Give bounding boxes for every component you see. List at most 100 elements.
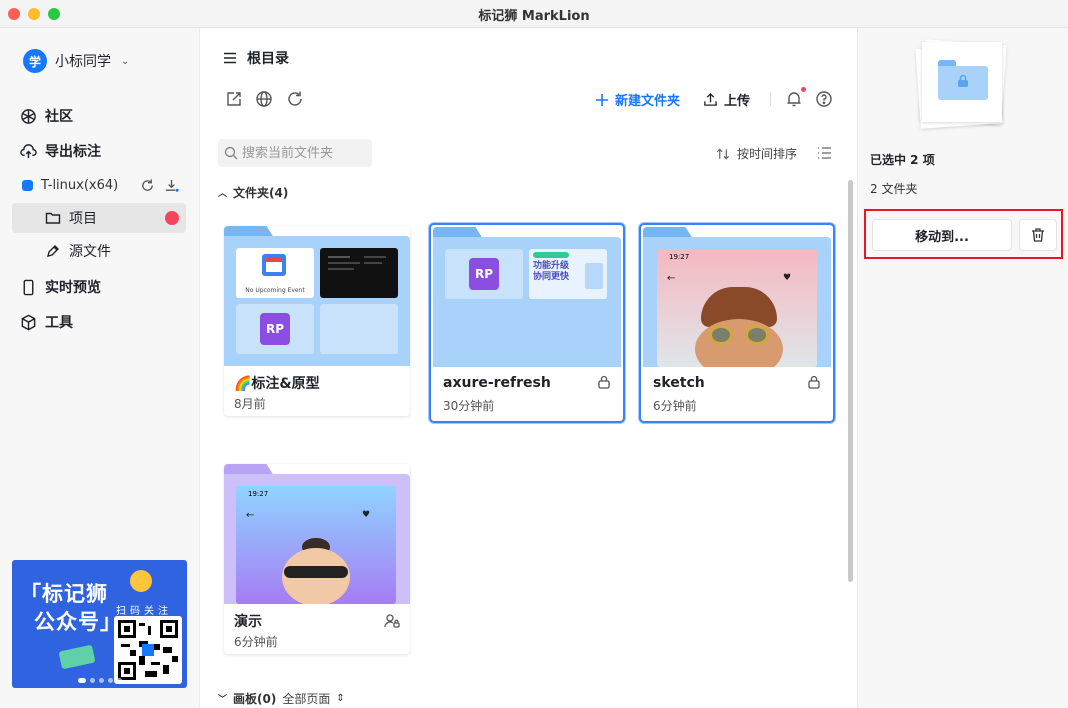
dark-thumbnail xyxy=(320,248,398,298)
updown-chevron-icon: ⇕ xyxy=(336,693,345,704)
folder-time: 8月前 xyxy=(234,397,266,411)
menu-icon[interactable] xyxy=(223,51,237,65)
sidebar-item-projects[interactable]: 项目 xyxy=(12,203,186,233)
sort-button[interactable]: 按时间排序 xyxy=(716,145,797,162)
phone-screen-thumbnail: 19:27 ← ♥ xyxy=(236,486,396,604)
team-color-dot xyxy=(22,180,33,191)
folder-card-selected[interactable]: 19:27 ← ♥ sketch 6分钟前 xyxy=(639,223,835,423)
title-bar: 标记狮 MarkLion xyxy=(0,0,1068,28)
sidebar-item-label: 项目 xyxy=(69,211,97,227)
folders-section-header[interactable]: ︿ 文件夹(4) xyxy=(218,184,288,201)
folder-time: 30分钟前 xyxy=(443,399,495,413)
folder-card-selected[interactable]: RP 功能升级 协同更快 axure-refresh 30分钟前 xyxy=(429,223,625,423)
notification-dot xyxy=(801,87,806,92)
cube-icon xyxy=(21,314,36,330)
search-box[interactable] xyxy=(218,139,372,167)
heart-icon: ♥ xyxy=(362,510,371,520)
selection-detail: 2 文件夹 xyxy=(870,182,918,196)
sidebar-item-live-preview[interactable]: 实时预览 xyxy=(20,277,101,297)
folder-name: 演示 xyxy=(234,614,262,630)
sunglasses xyxy=(284,566,348,578)
shared-user-icon xyxy=(384,614,400,628)
selection-panel: 已选中 2 项 2 文件夹 移动到... xyxy=(857,28,1068,708)
team-name: T-linux(x64) xyxy=(41,178,119,193)
boards-section-header[interactable]: ﹀ 画板(0) 全部页面 ⇕ xyxy=(218,690,345,707)
move-to-button[interactable]: 移动到... xyxy=(872,219,1012,251)
help-icon[interactable] xyxy=(815,90,833,108)
lock-icon xyxy=(598,375,610,389)
main-content: 根目录 新建文件夹 上传 按时间排序 ︿ 文件夹(4) No Upcoming … xyxy=(201,28,856,708)
banner-pagination[interactable] xyxy=(78,678,122,683)
promo-thumbnail: 功能升级 协同更快 xyxy=(529,249,607,299)
trash-icon xyxy=(1032,228,1044,242)
search-input[interactable] xyxy=(242,145,367,161)
lightbulb-icon xyxy=(130,570,152,592)
toolbar-divider xyxy=(770,92,771,106)
upload-button[interactable]: 上传 xyxy=(703,90,750,109)
folder-preview: 19:27 ← ♥ xyxy=(224,474,410,604)
back-arrow-icon: ← xyxy=(667,273,676,284)
download-icon[interactable] xyxy=(164,178,179,193)
refresh-icon[interactable] xyxy=(140,178,155,193)
pen-icon xyxy=(47,245,59,257)
folder-name: sketch xyxy=(653,375,705,391)
globe-grid-icon xyxy=(21,108,36,124)
heart-icon: ♥ xyxy=(783,273,792,283)
sidebar-item-source-files[interactable]: 源文件 xyxy=(45,241,111,261)
breadcrumb: 根目录 xyxy=(223,48,289,68)
sidebar-item-label: 工具 xyxy=(45,315,73,331)
list-view-icon[interactable] xyxy=(817,146,832,160)
folder-card[interactable]: No Upcoming Event RP 🌈标注&原型 8月前 xyxy=(224,226,410,416)
qr-code xyxy=(114,616,182,684)
folder-preview: RP 功能升级 协同更快 xyxy=(433,237,621,367)
external-link-icon[interactable] xyxy=(225,90,243,108)
search-icon xyxy=(224,146,238,160)
user-menu[interactable]: 学 小标同学 ⌄ xyxy=(23,49,129,73)
scrollbar[interactable] xyxy=(848,180,853,582)
event-text: No Upcoming Event xyxy=(245,287,305,294)
folder-card[interactable]: 19:27 ← ♥ 演示 6分钟前 xyxy=(224,464,410,654)
sidebar-item-label: 社区 xyxy=(45,109,73,125)
chevron-up-icon: ︿ xyxy=(218,189,228,199)
banner-title: 「标记狮 公众号」 xyxy=(20,582,122,634)
folder-stack-preview xyxy=(922,42,1002,122)
globe-icon[interactable] xyxy=(255,90,273,108)
breadcrumb-root[interactable]: 根目录 xyxy=(247,48,289,68)
phone-screen-thumbnail: 19:27 ← ♥ xyxy=(657,249,817,367)
phone-icon xyxy=(23,279,34,295)
selection-actions: 移动到... xyxy=(864,209,1063,259)
sidebar-item-label: 实时预览 xyxy=(45,280,101,296)
folder-preview: 19:27 ← ♥ xyxy=(643,237,831,367)
plus-icon xyxy=(596,93,608,106)
sidebar-item-label: 导出标注 xyxy=(45,144,101,160)
sort-icon xyxy=(716,147,730,160)
sidebar-item-tools[interactable]: 工具 xyxy=(20,312,73,332)
page-filter[interactable]: 全部页面 xyxy=(282,690,330,707)
sidebar-item-export[interactable]: 导出标注 xyxy=(20,141,101,161)
rp-icon: RP xyxy=(469,258,499,290)
folder-icon xyxy=(45,212,61,224)
refresh-icon[interactable] xyxy=(286,90,304,108)
lock-icon xyxy=(958,74,968,87)
window-title: 标记狮 MarkLion xyxy=(478,9,590,24)
folder-preview: No Upcoming Event RP xyxy=(224,236,410,366)
wechat-promo-banner[interactable]: 「标记狮 公众号」 扫码关注 xyxy=(12,560,187,688)
team-selector[interactable]: T-linux(x64) xyxy=(22,178,184,193)
new-folder-button[interactable]: 新建文件夹 xyxy=(595,90,680,109)
bell-icon[interactable] xyxy=(785,90,803,108)
cloud-upload-icon xyxy=(20,143,37,158)
chevron-down-icon: ⌄ xyxy=(121,55,130,67)
alert-badge-icon xyxy=(165,211,179,225)
avatar: 学 xyxy=(23,49,47,73)
folder-time: 6分钟前 xyxy=(234,635,278,649)
rp-icon: RP xyxy=(260,313,290,345)
sidebar-item-community[interactable]: 社区 xyxy=(20,106,73,126)
folder-name: 🌈标注&原型 xyxy=(234,376,320,392)
user-name: 小标同学 xyxy=(55,54,111,70)
sidebar: 学 小标同学 ⌄ 社区 导出标注 T-linux(x64) 项目 源文件 实时预… xyxy=(0,28,200,708)
delete-button[interactable] xyxy=(1019,219,1057,251)
calendar-thumbnail: No Upcoming Event xyxy=(236,248,314,298)
chevron-down-icon: ﹀ xyxy=(218,695,228,705)
ticket-icon xyxy=(58,644,96,670)
sidebar-item-label: 源文件 xyxy=(69,244,111,260)
